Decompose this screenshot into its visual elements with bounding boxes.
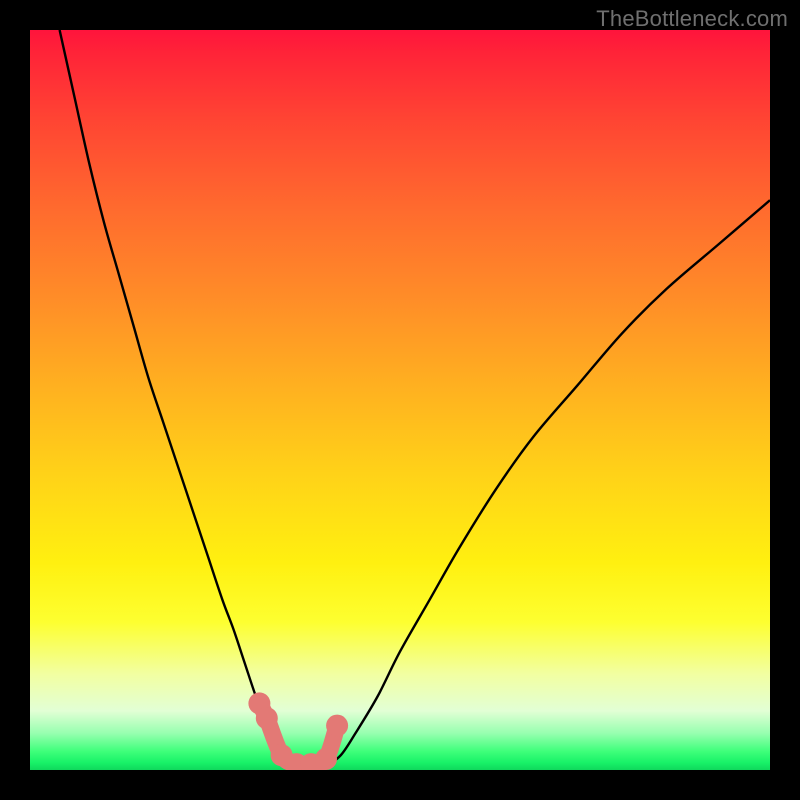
plot-area — [30, 30, 770, 770]
right-curve — [326, 200, 770, 766]
curves-overlay — [30, 30, 770, 770]
marker-dot — [256, 707, 278, 729]
marker-dot — [326, 715, 348, 737]
watermark-text: TheBottleneck.com — [596, 6, 788, 32]
left-curve — [60, 30, 289, 766]
marker-dot — [315, 748, 337, 770]
bottom-markers — [248, 692, 348, 770]
chart-frame: TheBottleneck.com — [0, 0, 800, 800]
